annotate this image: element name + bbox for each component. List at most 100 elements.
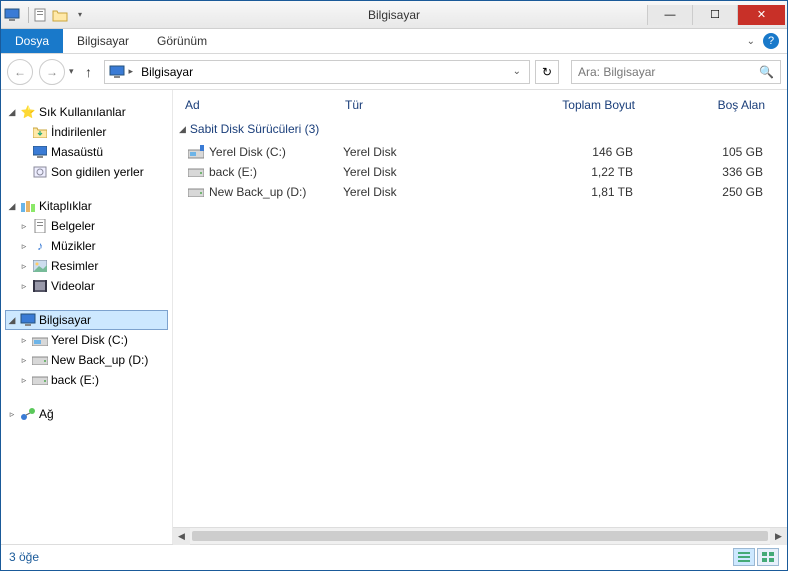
column-total[interactable]: Toplam Boyut [545, 98, 675, 112]
refresh-button[interactable]: ↻ [535, 60, 559, 84]
column-type[interactable]: Tür [345, 98, 545, 112]
ribbon-tabs: Dosya Bilgisayar Görünüm ⌄ ? [1, 29, 787, 54]
forward-button[interactable]: → [39, 59, 65, 85]
expander-icon[interactable]: ▹ [19, 335, 29, 346]
download-folder-icon [32, 124, 48, 140]
group-title: Sabit Disk Sürücüleri (3) [190, 122, 319, 136]
group-collapse-icon[interactable]: ◢ [179, 124, 186, 135]
tree-pictures[interactable]: ▹ Resimler [5, 256, 168, 276]
tree-documents[interactable]: ▹ Belgeler [5, 216, 168, 236]
row-name: New Back_up (D:) [209, 185, 306, 199]
computer-small-icon [109, 65, 125, 79]
tree-label: Ağ [39, 407, 54, 421]
search-placeholder: Ara: Bilgisayar [578, 65, 655, 79]
tree-recent[interactable]: ▹ Son gidilen yerler [5, 162, 168, 182]
disk-primary-icon [187, 144, 205, 160]
tab-file[interactable]: Dosya [1, 29, 63, 53]
expander-icon[interactable]: ▹ [19, 281, 29, 292]
content-area: ◢ ⭐ Sık Kullanılanlar ▹ İndirilenler ▹ M… [1, 90, 787, 544]
music-icon: ♪ [32, 238, 48, 254]
expander-icon[interactable]: ▹ [19, 375, 29, 386]
search-box[interactable]: Ara: Bilgisayar 🔍 [571, 60, 781, 84]
properties-icon[interactable] [31, 6, 49, 24]
minimize-button[interactable]: — [647, 5, 692, 25]
scroll-thumb[interactable] [192, 531, 768, 541]
up-button[interactable]: ↑ [80, 59, 98, 85]
tree-label: Masaüstü [51, 145, 103, 159]
row-total: 1,22 TB [543, 165, 673, 179]
new-folder-icon[interactable] [51, 6, 69, 24]
column-name[interactable]: Ad [185, 98, 345, 112]
tree-label: Sık Kullanılanlar [39, 105, 126, 119]
tree-music[interactable]: ▹ ♪ Müzikler [5, 236, 168, 256]
history-dropdown-icon[interactable]: ▾ [69, 66, 74, 77]
expander-icon[interactable]: ◢ [7, 201, 17, 212]
video-icon [32, 278, 48, 294]
expander-icon[interactable]: ▹ [7, 409, 17, 420]
window-buttons: — ☐ ✕ [647, 5, 785, 25]
tree-drive-d[interactable]: ▹ New Back_up (D:) [5, 350, 168, 370]
breadcrumb-separator: ▸ [129, 66, 134, 77]
drive-row[interactable]: Yerel Disk (C:) Yerel Disk 146 GB 105 GB [173, 142, 787, 162]
details-view-button[interactable] [733, 548, 755, 566]
tree-computer[interactable]: ◢ Bilgisayar [5, 310, 168, 330]
disk-icon [32, 332, 48, 348]
row-type: Yerel Disk [343, 165, 543, 179]
picture-icon [32, 258, 48, 274]
scroll-left-button[interactable]: ◀ [173, 528, 190, 545]
tree-drive-e[interactable]: ▹ back (E:) [5, 370, 168, 390]
back-button[interactable]: ← [7, 59, 33, 85]
tree-desktop[interactable]: ▹ Masaüstü [5, 142, 168, 162]
tree-drive-c[interactable]: ▹ Yerel Disk (C:) [5, 330, 168, 350]
tree-libraries[interactable]: ◢ Kitaplıklar [5, 196, 168, 216]
column-free[interactable]: Boş Alan [675, 98, 765, 112]
breadcrumb-segment[interactable]: Bilgisayar [137, 65, 197, 79]
row-name: back (E:) [209, 165, 257, 179]
status-bar: 3 öğe [1, 544, 787, 568]
row-free: 105 GB [673, 145, 763, 159]
tree-downloads[interactable]: ▹ İndirilenler [5, 122, 168, 142]
tree-label: Belgeler [51, 219, 95, 233]
expander-icon[interactable]: ◢ [7, 315, 17, 326]
address-dropdown-icon[interactable]: ⌄ [509, 66, 525, 77]
expander-icon[interactable]: ◢ [7, 107, 17, 118]
doc-icon [32, 218, 48, 234]
qat-dropdown-icon[interactable]: ▾ [71, 6, 89, 24]
libraries-icon [20, 198, 36, 214]
tree-network-group: ▹ Ağ [5, 404, 168, 424]
tree-favorites[interactable]: ◢ ⭐ Sık Kullanılanlar [5, 102, 168, 122]
close-button[interactable]: ✕ [737, 5, 785, 25]
expander-icon[interactable]: ▹ [19, 241, 29, 252]
titlebar: ▾ Bilgisayar — ☐ ✕ [1, 1, 787, 29]
tree-label: back (E:) [51, 373, 99, 387]
row-name: Yerel Disk (C:) [209, 145, 286, 159]
computer-icon [20, 312, 36, 328]
row-total: 1,81 TB [543, 185, 673, 199]
drive-icon [32, 352, 48, 368]
column-headers: Ad Tür Toplam Boyut Boş Alan [173, 90, 787, 118]
drive-row[interactable]: back (E:) Yerel Disk 1,22 TB 336 GB [173, 162, 787, 182]
maximize-button[interactable]: ☐ [692, 5, 737, 25]
drive-row[interactable]: New Back_up (D:) Yerel Disk 1,81 TB 250 … [173, 182, 787, 202]
address-bar[interactable]: ▸ Bilgisayar ⌄ [104, 60, 530, 84]
ribbon-collapse-icon[interactable]: ⌄ [747, 36, 755, 47]
tree-videos[interactable]: ▹ Videolar [5, 276, 168, 296]
tab-view[interactable]: Görünüm [143, 29, 221, 53]
expander-icon[interactable]: ▹ [19, 355, 29, 366]
scroll-right-button[interactable]: ▶ [770, 528, 787, 545]
help-icon[interactable]: ? [763, 33, 779, 49]
expander-icon[interactable]: ▹ [19, 261, 29, 272]
row-type: Yerel Disk [343, 185, 543, 199]
file-list: Ad Tür Toplam Boyut Boş Alan ◢ Sabit Dis… [173, 90, 787, 544]
expander-icon[interactable]: ▹ [19, 221, 29, 232]
row-total: 146 GB [543, 145, 673, 159]
tree-network[interactable]: ▹ Ağ [5, 404, 168, 424]
navigation-tree: ◢ ⭐ Sık Kullanılanlar ▹ İndirilenler ▹ M… [1, 90, 173, 544]
network-icon [20, 406, 36, 422]
horizontal-scrollbar[interactable]: ◀ ▶ [173, 527, 787, 544]
thumbnails-view-button[interactable] [757, 548, 779, 566]
group-header[interactable]: ◢ Sabit Disk Sürücüleri (3) [173, 118, 787, 142]
tree-label: Resimler [51, 259, 98, 273]
drive-icon [32, 372, 48, 388]
tab-computer[interactable]: Bilgisayar [63, 29, 143, 53]
